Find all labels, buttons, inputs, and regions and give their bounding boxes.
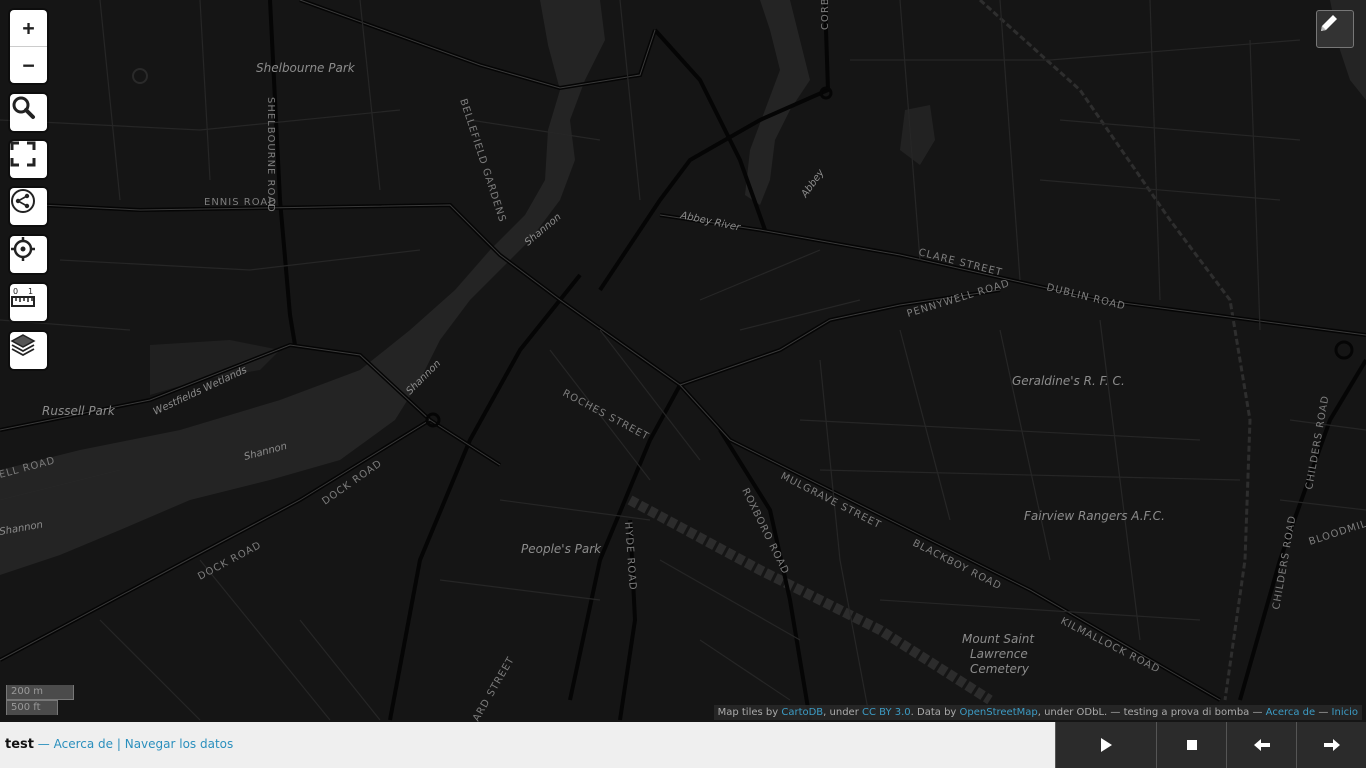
road-label: PENNYWELL ROAD — [906, 278, 1012, 320]
zoom-in-button[interactable]: + — [10, 10, 47, 47]
measure-button[interactable]: 01 — [10, 284, 47, 321]
place-label: Lawrence — [970, 647, 1028, 661]
map-info: test — Acerca de | Navegar los datos — [5, 737, 233, 752]
place-label: Abbey River — [678, 210, 742, 234]
share-button[interactable] — [10, 188, 47, 225]
road-label: SHELBOURNE ROAD — [265, 97, 276, 213]
road-label: BELLEFIELD GARDENS — [457, 98, 507, 225]
scale-metric: 200 m — [6, 685, 74, 700]
separator: | — [113, 737, 125, 751]
place-label: Mount Saint — [962, 632, 1035, 646]
slideshow-controls — [1055, 722, 1366, 768]
map-title: test — [5, 737, 34, 752]
stop-icon — [1186, 740, 1197, 750]
map-canvas[interactable]: Shelbourne Park Russell Park Westfields … — [0, 0, 1366, 722]
arrow-left-icon — [1253, 739, 1270, 751]
road-label: CORB — [820, 0, 831, 30]
road-label: KILMALLOCK ROAD — [1059, 616, 1162, 676]
zoom-out-button[interactable]: − — [10, 47, 47, 83]
place-label: Cemetery — [970, 662, 1030, 676]
road-label: CHILDERS ROAD — [1271, 514, 1298, 610]
layers-icon — [10, 334, 36, 357]
road-label: BLOODMILL — [1308, 517, 1366, 548]
cartodb-link[interactable]: CartoDB — [781, 707, 823, 718]
edit-map-button[interactable] — [1316, 10, 1354, 48]
attribution-text: Map tiles by — [717, 707, 782, 718]
about-link[interactable]: Acerca de — [54, 737, 113, 751]
place-label: Russell Park — [42, 404, 116, 418]
attribution-about-link[interactable]: Acerca de — [1266, 707, 1316, 718]
search-button[interactable] — [10, 94, 47, 131]
svg-text:1: 1 — [28, 287, 33, 296]
place-label: Shelbourne Park — [256, 61, 356, 75]
fullscreen-icon — [10, 141, 36, 167]
place-label: Fairview Rangers A.F.C. — [1024, 509, 1165, 523]
road-label: MULGRAVE STREET — [779, 471, 883, 531]
pencil-icon — [1321, 15, 1337, 31]
road-label: ENNIS ROAD — [204, 197, 277, 208]
place-label: Abbey — [799, 167, 827, 201]
osm-link[interactable]: OpenStreetMap — [960, 707, 1038, 718]
previous-button[interactable] — [1226, 722, 1296, 768]
scale-imperial: 500 ft — [6, 700, 58, 715]
share-icon — [11, 189, 35, 213]
attribution: Map tiles by CartoDB, under CC BY 3.0. D… — [713, 705, 1362, 720]
ruler-icon: 01 — [11, 287, 35, 307]
search-icon — [12, 96, 35, 119]
stop-button[interactable] — [1156, 722, 1226, 768]
locate-button[interactable] — [10, 236, 47, 273]
road-label: DOCK ROAD — [196, 540, 263, 583]
place-label: Geraldine's R. F. C. — [1012, 374, 1125, 388]
ccby-link[interactable]: CC BY 3.0 — [862, 707, 911, 718]
zoom-control: + − — [10, 10, 47, 83]
map-tiles: Shelbourne Park Russell Park Westfields … — [0, 0, 1366, 722]
svg-text:0: 0 — [13, 287, 18, 296]
road-label: ROCHES STREET — [561, 388, 651, 443]
road-label: HYDE ROAD — [622, 521, 638, 591]
road-label: DUBLIN ROAD — [1045, 282, 1126, 312]
crosshair-icon — [11, 237, 35, 261]
play-button[interactable] — [1055, 722, 1156, 768]
road-label: BLACKBOY ROAD — [911, 538, 1004, 592]
attribution-text: , under — [823, 707, 862, 718]
arrow-right-icon — [1323, 739, 1340, 751]
fullscreen-button[interactable] — [10, 141, 47, 178]
attribution-text: , under ODbL. — testing a prova di bomba… — [1037, 707, 1266, 718]
scale-bar: 200 m 500 ft — [6, 685, 74, 715]
footer-bar: test — Acerca de | Navegar los datos — [0, 722, 1366, 768]
next-button[interactable] — [1296, 722, 1366, 768]
layers-button[interactable] — [10, 332, 47, 369]
place-label: People's Park — [521, 542, 602, 556]
attribution-text: — — [1315, 707, 1332, 718]
play-icon — [1101, 738, 1112, 752]
browse-data-link[interactable]: Navegar los datos — [125, 737, 234, 751]
attribution-home-link[interactable]: Inicio — [1332, 707, 1358, 718]
road-label: ARD STREET — [471, 655, 517, 722]
attribution-text: . Data by — [910, 707, 960, 718]
separator: — — [33, 737, 54, 751]
road-label: CHILDERS ROAD — [1304, 394, 1331, 490]
